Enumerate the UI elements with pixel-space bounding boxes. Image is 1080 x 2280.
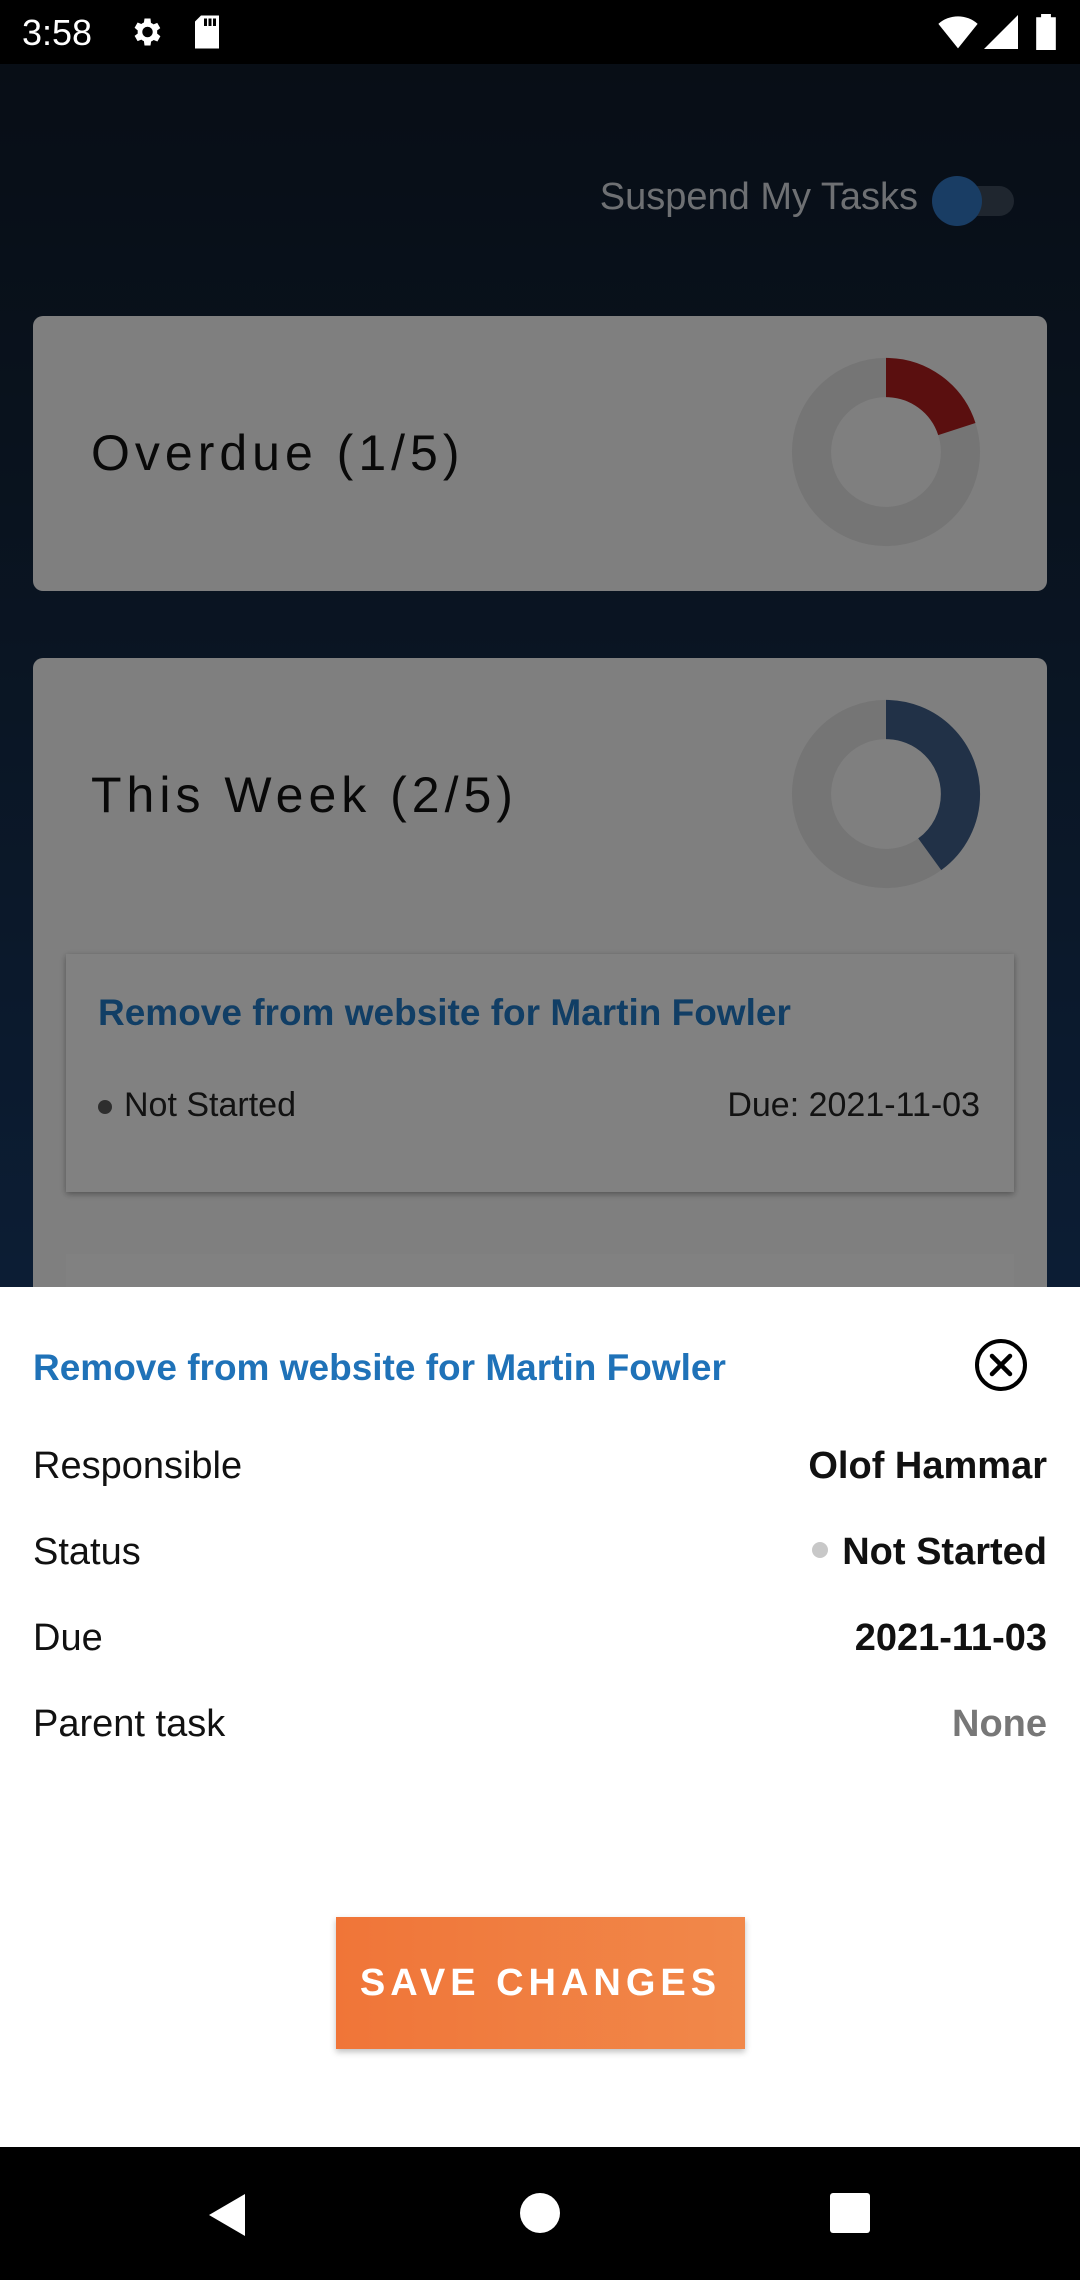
cell-signal-icon: [984, 14, 1018, 55]
parent-task-value[interactable]: None: [952, 1703, 1047, 1746]
close-button[interactable]: [973, 1337, 1029, 1393]
save-changes-button[interactable]: SAVE CHANGES: [336, 1917, 745, 2049]
due-value[interactable]: 2021-11-03: [855, 1617, 1047, 1660]
responsible-label: Responsible: [33, 1445, 243, 1487]
responsible-value[interactable]: Olof Hammar: [808, 1445, 1047, 1488]
status-bar: 3:58: [0, 0, 1080, 64]
task-detail-sheet: Remove from website for Martin Fowler Re…: [0, 1287, 1080, 2147]
home-icon[interactable]: [519, 2192, 561, 2239]
wifi-icon: [938, 14, 978, 55]
navigation-bar: [0, 2147, 1080, 2280]
due-label: Due: [33, 1617, 103, 1659]
sheet-title: Remove from website for Martin Fowler: [33, 1347, 726, 1388]
modal-scrim[interactable]: [0, 64, 1080, 1287]
gear-icon: [128, 14, 164, 55]
status-time: 3:58: [22, 12, 93, 53]
parent-task-label: Parent task: [33, 1703, 226, 1745]
back-icon[interactable]: [205, 2192, 249, 2243]
status-value-text: Not Started: [842, 1531, 1047, 1573]
battery-icon: [1036, 14, 1056, 55]
status-label: Status: [33, 1531, 141, 1573]
sd-card-icon: [192, 14, 222, 55]
recents-icon[interactable]: [829, 2192, 871, 2239]
status-value[interactable]: Not Started: [812, 1531, 1047, 1574]
status-dot-icon: [812, 1541, 829, 1558]
close-icon: [975, 1339, 1027, 1391]
